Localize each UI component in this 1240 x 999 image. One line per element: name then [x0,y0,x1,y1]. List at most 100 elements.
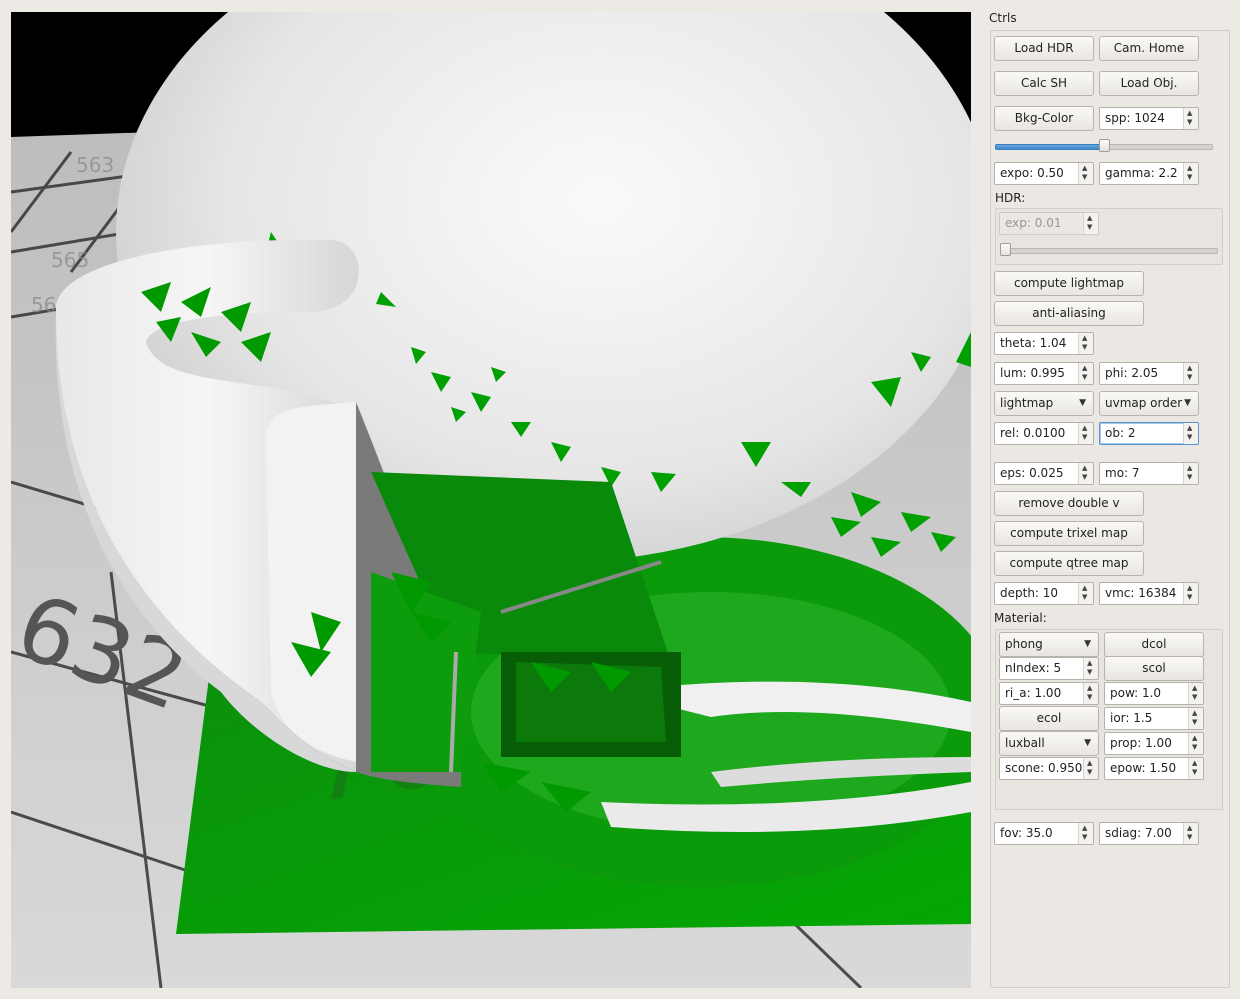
chevron-up-icon[interactable]: ▲ [1187,165,1192,172]
spin-arrows[interactable]: ▲ ▼ [1078,823,1093,844]
calc-sh-button[interactable]: Calc SH [994,71,1094,96]
luxball-select[interactable]: luxball ▼ [999,731,1099,756]
chevron-up-icon[interactable]: ▲ [1187,585,1192,592]
chevron-up-icon[interactable]: ▲ [1192,735,1197,742]
spin-arrows[interactable]: ▲ ▼ [1078,163,1093,184]
chevron-down-icon[interactable]: ▼ [1082,434,1087,441]
chevron-up-icon[interactable]: ▲ [1082,825,1087,832]
vmc-spinbox[interactable]: vmc: 16384 ▲ ▼ [1099,582,1199,605]
load-hdr-button[interactable]: Load HDR [994,36,1094,61]
epow-spinbox[interactable]: epow: 1.50 ▲ ▼ [1104,757,1204,780]
phi-spinbox[interactable]: phi: 2.05 ▲ ▼ [1099,362,1199,385]
chevron-up-icon[interactable]: ▲ [1192,710,1197,717]
mo-spinbox[interactable]: mo: 7 ▲ ▼ [1099,462,1199,485]
spin-arrows[interactable]: ▲ ▼ [1083,683,1098,704]
spin-arrows[interactable]: ▲ ▼ [1183,463,1198,484]
ior-spinbox[interactable]: ior: 1.5 ▲ ▼ [1104,707,1204,730]
cam-home-button[interactable]: Cam. Home [1099,36,1199,61]
render-viewport[interactable]: 563 564 565 566 632 700 [11,12,971,988]
compute-lightmap-button[interactable]: compute lightmap [994,271,1144,296]
chevron-down-icon[interactable]: ▼ [1082,374,1087,381]
chevron-down-icon[interactable]: ▼ [1192,769,1197,776]
chevron-down-icon[interactable]: ▼ [1187,374,1192,381]
lightmap-select[interactable]: lightmap ▼ [994,391,1094,416]
fov-spinbox[interactable]: fov: 35.0 ▲ ▼ [994,822,1094,845]
sdiag-spinbox[interactable]: sdiag: 7.00 ▲ ▼ [1099,822,1199,845]
spin-arrows[interactable]: ▲ ▼ [1083,758,1098,779]
spin-arrows[interactable]: ▲ ▼ [1078,363,1093,384]
spin-arrows[interactable]: ▲ ▼ [1183,108,1198,129]
chevron-up-icon[interactable]: ▲ [1087,660,1092,667]
spin-arrows[interactable]: ▲ ▼ [1183,423,1198,444]
chevron-down-icon[interactable]: ▼ [1187,594,1192,601]
shader-select[interactable]: phong ▼ [999,632,1099,657]
rel-spinbox[interactable]: rel: 0.0100 ▲ ▼ [994,422,1094,445]
lum-spinbox[interactable]: lum: 0.995 ▲ ▼ [994,362,1094,385]
scone-spinbox[interactable]: scone: 0.950 ▲ ▼ [999,757,1099,780]
chevron-up-icon[interactable]: ▲ [1192,760,1197,767]
scol-button[interactable]: scol [1104,656,1204,681]
compute-qtree-map-button[interactable]: compute qtree map [994,551,1144,576]
theta-spinbox[interactable]: theta: 1.04 ▲ ▼ [994,332,1094,355]
uvmap-order-select[interactable]: uvmap order ▼ [1099,391,1199,416]
prop-spinbox[interactable]: prop: 1.00 ▲ ▼ [1104,732,1204,755]
chevron-up-icon[interactable]: ▲ [1087,685,1092,692]
chevron-down-icon[interactable]: ▼ [1187,474,1192,481]
gamma-spinbox[interactable]: gamma: 2.2 ▲ ▼ [1099,162,1199,185]
spin-arrows[interactable]: ▲ ▼ [1188,733,1203,754]
chevron-down-icon[interactable]: ▼ [1192,744,1197,751]
ob-spinbox[interactable]: ob: 2 ▲ ▼ [1099,422,1199,445]
spp-spinbox[interactable]: spp: 1024 ▲ ▼ [1099,107,1199,130]
chevron-up-icon[interactable]: ▲ [1187,465,1192,472]
dcol-button[interactable]: dcol [1104,632,1204,657]
expo-spinbox[interactable]: expo: 0.50 ▲ ▼ [994,162,1094,185]
chevron-up-icon[interactable]: ▲ [1187,365,1192,372]
eps-spinbox[interactable]: eps: 0.025 ▲ ▼ [994,462,1094,485]
chevron-up-icon[interactable]: ▲ [1082,585,1087,592]
anti-aliasing-button[interactable]: anti-aliasing [994,301,1144,326]
spin-arrows[interactable]: ▲ ▼ [1078,583,1093,604]
spin-arrows[interactable]: ▲ ▼ [1188,708,1203,729]
depth-spinbox[interactable]: depth: 10 ▲ ▼ [994,582,1094,605]
chevron-down-icon[interactable]: ▼ [1082,834,1087,841]
spin-arrows[interactable]: ▲ ▼ [1188,683,1203,704]
chevron-down-icon[interactable]: ▼ [1187,174,1192,181]
spin-arrows[interactable]: ▲ ▼ [1183,583,1198,604]
chevron-up-icon[interactable]: ▲ [1087,760,1092,767]
chevron-down-icon[interactable]: ▼ [1192,694,1197,701]
chevron-down-icon[interactable]: ▼ [1187,834,1192,841]
chevron-up-icon[interactable]: ▲ [1082,365,1087,372]
spin-arrows[interactable]: ▲ ▼ [1183,823,1198,844]
remove-double-v-button[interactable]: remove double v [994,491,1144,516]
spin-arrows[interactable]: ▲ ▼ [1183,363,1198,384]
chevron-up-icon[interactable]: ▲ [1187,425,1192,432]
nindex-spinbox[interactable]: nIndex: 5 ▲ ▼ [999,657,1099,680]
slider-handle[interactable] [1099,139,1110,152]
chevron-up-icon[interactable]: ▲ [1187,110,1192,117]
chevron-up-icon[interactable]: ▲ [1082,165,1087,172]
chevron-down-icon[interactable]: ▼ [1082,594,1087,601]
chevron-down-icon[interactable]: ▼ [1082,474,1087,481]
chevron-down-icon[interactable]: ▼ [1087,694,1092,701]
chevron-up-icon[interactable]: ▲ [1192,685,1197,692]
load-obj-button[interactable]: Load Obj. [1099,71,1199,96]
pow-spinbox[interactable]: pow: 1.0 ▲ ▼ [1104,682,1204,705]
chevron-up-icon[interactable]: ▲ [1082,465,1087,472]
chevron-up-icon[interactable]: ▲ [1187,825,1192,832]
chevron-down-icon[interactable]: ▼ [1192,719,1197,726]
ri-a-spinbox[interactable]: ri_a: 1.00 ▲ ▼ [999,682,1099,705]
spin-arrows[interactable]: ▲ ▼ [1188,758,1203,779]
spin-arrows[interactable]: ▲ ▼ [1078,423,1093,444]
chevron-down-icon[interactable]: ▼ [1187,119,1192,126]
spp-slider[interactable] [995,139,1213,153]
spin-arrows[interactable]: ▲ ▼ [1078,333,1093,354]
chevron-down-icon[interactable]: ▼ [1087,769,1092,776]
ecol-button[interactable]: ecol [999,706,1099,731]
compute-trixel-map-button[interactable]: compute trixel map [994,521,1144,546]
chevron-up-icon[interactable]: ▲ [1082,425,1087,432]
chevron-down-icon[interactable]: ▼ [1082,174,1087,181]
chevron-up-icon[interactable]: ▲ [1082,335,1087,342]
spin-arrows[interactable]: ▲ ▼ [1078,463,1093,484]
bkg-color-button[interactable]: Bkg-Color [994,106,1094,131]
chevron-down-icon[interactable]: ▼ [1187,434,1192,441]
